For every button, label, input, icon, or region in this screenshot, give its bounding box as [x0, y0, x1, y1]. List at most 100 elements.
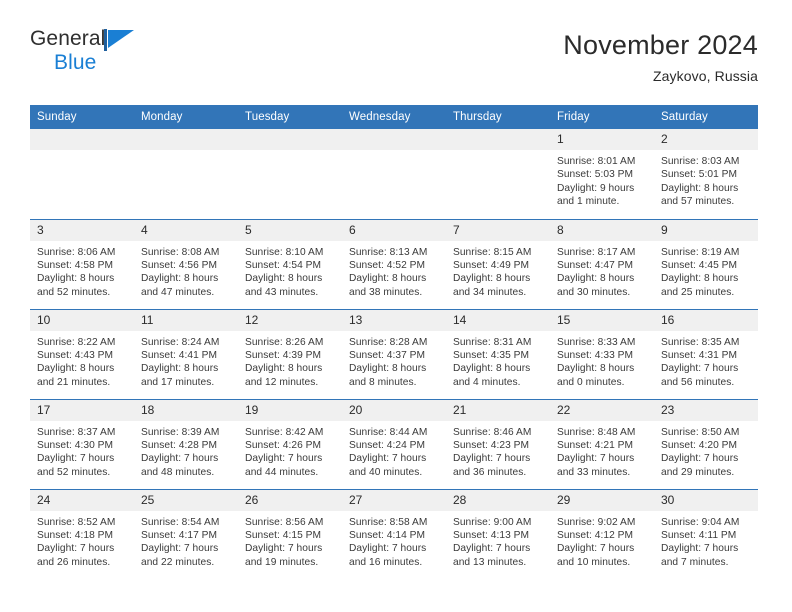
weekday-header-tuesday: Tuesday — [238, 105, 342, 129]
calendar-day-cell[interactable]: 26 Sunrise: 8:56 AM Sunset: 4:15 PM Dayligh… — [238, 488, 342, 579]
day-number: 4 — [134, 219, 238, 241]
calendar-day-cell[interactable]: 4 Sunrise: 8:08 AM Sunset: 4:56 PM Daylight… — [134, 218, 238, 309]
calendar-day-cell[interactable]: 25 Sunrise: 8:54 AM Sunset: 4:17 PM Dayligh… — [134, 488, 238, 579]
daylight-duration-line1: Daylight: 8 hours — [453, 273, 531, 285]
calendar-day-cell[interactable]: 8 Sunrise: 8:17 AM Sunset: 4:47 PM Daylight… — [550, 218, 654, 309]
day-number: 29 — [550, 489, 654, 511]
day-details: Sunrise: 8:58 AM Sunset: 4:14 PM Daylight:… — [342, 511, 446, 570]
sunrise-time: Sunrise: 8:54 AM — [141, 516, 220, 528]
calendar-day-cell[interactable]: 22 Sunrise: 8:48 AM Sunset: 4:21 PM Dayligh… — [550, 398, 654, 489]
calendar-day-cell[interactable]: 5 Sunrise: 8:10 AM Sunset: 4:54 PM Daylight… — [238, 218, 342, 309]
day-number: 23 — [654, 399, 758, 421]
daylight-duration-line2: and 1 minute. — [557, 196, 620, 208]
daylight-duration-line1: Daylight: 8 hours — [245, 273, 323, 285]
calendar-day-cell[interactable]: 20 Sunrise: 8:44 AM Sunset: 4:24 PM Dayligh… — [342, 398, 446, 489]
day-number: 16 — [654, 309, 758, 331]
sunrise-time: Sunrise: 8:52 AM — [37, 516, 116, 528]
day-number: 11 — [134, 309, 238, 331]
sunrise-time: Sunrise: 8:19 AM — [661, 246, 740, 258]
blue-triangle-flag-icon — [104, 29, 136, 55]
calendar-day-cell[interactable]: 7 Sunrise: 8:15 AM Sunset: 4:49 PM Daylight… — [446, 218, 550, 309]
day-details: Sunrise: 8:33 AM Sunset: 4:33 PM Daylight:… — [550, 331, 654, 390]
day-details: Sunrise: 8:08 AM Sunset: 4:56 PM Daylight:… — [134, 241, 238, 300]
brand-name-blue: Blue — [54, 51, 97, 74]
day-number: 20 — [342, 399, 446, 421]
day-number — [342, 129, 446, 150]
daylight-duration-line1: Daylight: 8 hours — [349, 363, 427, 375]
calendar-day-cell[interactable]: 1 Sunrise: 8:01 AM Sunset: 5:03 PM Daylight… — [550, 129, 654, 219]
calendar-day-cell[interactable]: 11 Sunrise: 8:24 AM Sunset: 4:41 PM Dayligh… — [134, 308, 238, 399]
calendar-day-cell[interactable]: 19 Sunrise: 8:42 AM Sunset: 4:26 PM Dayligh… — [238, 398, 342, 489]
calendar-day-cell[interactable]: 16 Sunrise: 8:35 AM Sunset: 4:31 PM Dayligh… — [654, 308, 758, 399]
day-number: 30 — [654, 489, 758, 511]
daylight-duration-line1: Daylight: 8 hours — [245, 363, 323, 375]
daylight-duration-line2: and 10 minutes. — [557, 556, 631, 568]
daylight-duration-line2: and 4 minutes. — [453, 376, 521, 388]
day-details: Sunrise: 8:50 AM Sunset: 4:20 PM Daylight:… — [654, 421, 758, 480]
sunset-time: Sunset: 4:54 PM — [245, 259, 322, 271]
calendar-week-row: 3 Sunrise: 8:06 AM Sunset: 4:58 PM Daylight… — [30, 218, 758, 309]
calendar-page: General Blue November 2024 Zaykovo, Russ… — [0, 0, 792, 612]
day-details: Sunrise: 8:15 AM Sunset: 4:49 PM Daylight:… — [446, 241, 550, 300]
day-number: 14 — [446, 309, 550, 331]
day-number: 12 — [238, 309, 342, 331]
day-details: Sunrise: 8:01 AM Sunset: 5:03 PM Daylight:… — [550, 150, 654, 209]
daylight-duration-line1: Daylight: 7 hours — [245, 453, 323, 465]
day-details: Sunrise: 8:06 AM Sunset: 4:58 PM Daylight:… — [30, 241, 134, 300]
sunrise-time: Sunrise: 8:01 AM — [557, 156, 636, 167]
daylight-duration-line2: and 52 minutes. — [37, 466, 111, 478]
calendar-day-cell[interactable]: 9 Sunrise: 8:19 AM Sunset: 4:45 PM Daylight… — [654, 218, 758, 309]
brand-logo[interactable]: General Blue — [30, 28, 136, 75]
day-details: Sunrise: 8:42 AM Sunset: 4:26 PM Daylight:… — [238, 421, 342, 480]
weekday-header-monday: Monday — [134, 105, 238, 129]
sunset-time: Sunset: 4:37 PM — [349, 349, 426, 361]
calendar-day-cell[interactable]: 12 Sunrise: 8:26 AM Sunset: 4:39 PM Dayligh… — [238, 308, 342, 399]
calendar-day-cell[interactable]: 18 Sunrise: 8:39 AM Sunset: 4:28 PM Dayligh… — [134, 398, 238, 489]
calendar-day-cell[interactable]: 17 Sunrise: 8:37 AM Sunset: 4:30 PM Dayligh… — [30, 398, 134, 489]
calendar-day-cell[interactable]: 21 Sunrise: 8:46 AM Sunset: 4:23 PM Dayligh… — [446, 398, 550, 489]
day-number: 22 — [550, 399, 654, 421]
sunset-time: Sunset: 5:01 PM — [661, 169, 738, 181]
calendar-day-cell[interactable]: 15 Sunrise: 8:33 AM Sunset: 4:33 PM Dayligh… — [550, 308, 654, 399]
weekday-header-friday: Friday — [550, 105, 654, 129]
daylight-duration-line2: and 36 minutes. — [453, 466, 527, 478]
day-number — [134, 129, 238, 150]
calendar-day-cell[interactable]: 23 Sunrise: 8:50 AM Sunset: 4:20 PM Dayligh… — [654, 398, 758, 489]
daylight-duration-line1: Daylight: 9 hours — [557, 182, 635, 194]
daylight-duration-line1: Daylight: 8 hours — [141, 273, 219, 285]
calendar-day-cell[interactable]: 27 Sunrise: 8:58 AM Sunset: 4:14 PM Dayligh… — [342, 488, 446, 579]
calendar-day-cell[interactable]: 10 Sunrise: 8:22 AM Sunset: 4:43 PM Dayligh… — [30, 308, 134, 399]
day-details: Sunrise: 8:26 AM Sunset: 4:39 PM Daylight:… — [238, 331, 342, 390]
calendar-day-cell[interactable]: 3 Sunrise: 8:06 AM Sunset: 4:58 PM Daylight… — [30, 218, 134, 309]
calendar-day-cell[interactable]: 14 Sunrise: 8:31 AM Sunset: 4:35 PM Dayligh… — [446, 308, 550, 399]
daylight-duration-line1: Daylight: 7 hours — [661, 543, 739, 555]
daylight-duration-line1: Daylight: 7 hours — [349, 543, 427, 555]
day-details: Sunrise: 8:03 AM Sunset: 5:01 PM Daylight:… — [654, 150, 758, 209]
calendar-day-cell[interactable]: 29 Sunrise: 9:02 AM Sunset: 4:12 PM Dayligh… — [550, 488, 654, 579]
daylight-duration-line2: and 22 minutes. — [141, 556, 215, 568]
weekday-header-sunday: Sunday — [30, 105, 134, 129]
daylight-duration-line2: and 0 minutes. — [557, 376, 625, 388]
calendar-day-cell[interactable]: 24 Sunrise: 8:52 AM Sunset: 4:18 PM Dayligh… — [30, 488, 134, 579]
calendar-day-cell[interactable]: 13 Sunrise: 8:28 AM Sunset: 4:37 PM Dayligh… — [342, 308, 446, 399]
calendar-day-cell[interactable]: 30 Sunrise: 9:04 AM Sunset: 4:11 PM Dayligh… — [654, 488, 758, 579]
calendar-day-cell[interactable]: 6 Sunrise: 8:13 AM Sunset: 4:52 PM Daylight… — [342, 218, 446, 309]
sunset-time: Sunset: 4:52 PM — [349, 259, 426, 271]
day-details: Sunrise: 9:00 AM Sunset: 4:13 PM Daylight:… — [446, 511, 550, 570]
daylight-duration-line1: Daylight: 8 hours — [557, 363, 635, 375]
day-details: Sunrise: 8:22 AM Sunset: 4:43 PM Daylight:… — [30, 331, 134, 390]
calendar-day-cell[interactable]: 28 Sunrise: 9:00 AM Sunset: 4:13 PM Dayligh… — [446, 488, 550, 579]
daylight-duration-line1: Daylight: 8 hours — [557, 273, 635, 285]
daylight-duration-line2: and 40 minutes. — [349, 466, 423, 478]
daylight-duration-line2: and 8 minutes. — [349, 376, 417, 388]
sunrise-time: Sunrise: 9:00 AM — [453, 516, 532, 528]
sunset-time: Sunset: 4:26 PM — [245, 439, 322, 451]
daylight-duration-line2: and 25 minutes. — [661, 286, 735, 298]
daylight-duration-line2: and 43 minutes. — [245, 286, 319, 298]
daylight-duration-line2: and 17 minutes. — [141, 376, 215, 388]
sunrise-time: Sunrise: 8:03 AM — [661, 156, 740, 167]
calendar-day-cell-empty — [342, 129, 446, 219]
calendar-day-cell[interactable]: 2 Sunrise: 8:03 AM Sunset: 5:01 PM Daylight… — [654, 129, 758, 219]
sunrise-time: Sunrise: 8:15 AM — [453, 246, 532, 258]
sunrise-time: Sunrise: 8:28 AM — [349, 336, 428, 348]
